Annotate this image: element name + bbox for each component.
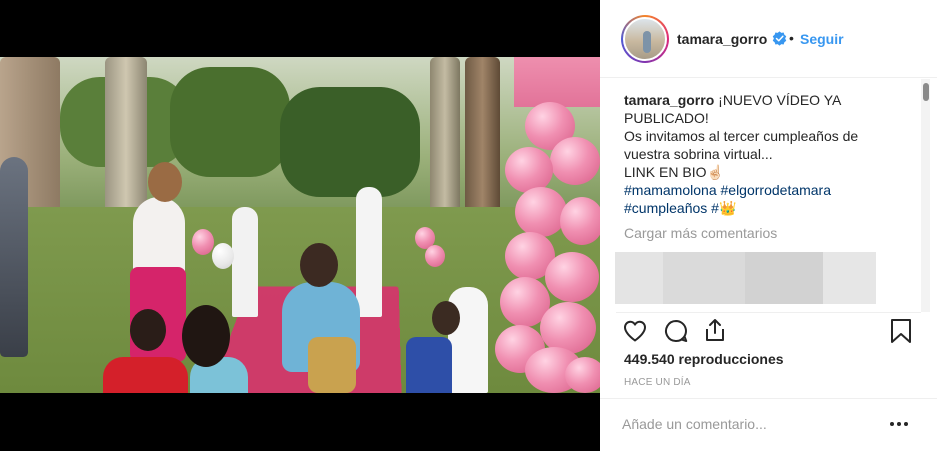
hashtag-link[interactable]: #cumpleaños bbox=[624, 200, 707, 216]
blurred-comment-placeholder bbox=[615, 252, 876, 304]
caption-text-line: PUBLICADO! bbox=[624, 110, 709, 126]
balloon bbox=[545, 252, 599, 302]
child bbox=[308, 337, 356, 393]
hashtag-link[interactable]: #elgorrodetamara bbox=[721, 182, 832, 198]
child bbox=[103, 357, 188, 393]
person-head bbox=[148, 162, 182, 202]
caption-text-line: LINK EN BIO☝🏻 bbox=[624, 164, 724, 180]
comment-input[interactable] bbox=[622, 412, 882, 436]
hedge bbox=[170, 67, 290, 177]
post-timestamp[interactable]: HACE UN DÍA bbox=[624, 377, 691, 388]
caption-text-line: Os invitamos al tercer cumpleaños de bbox=[624, 128, 859, 144]
bookmark-icon[interactable] bbox=[889, 318, 913, 344]
comments-scrollbar[interactable] bbox=[921, 79, 930, 312]
caption-username-link[interactable]: tamara_gorro bbox=[624, 92, 714, 108]
comments-scrollbar-thumb[interactable] bbox=[923, 83, 929, 101]
verified-badge-icon bbox=[772, 31, 787, 46]
balloon bbox=[425, 245, 445, 267]
balloon bbox=[515, 187, 567, 237]
hedge bbox=[280, 87, 420, 197]
comments-section[interactable]: tamara_gorro ¡NUEVO VÍDEO YA PUBLICADO! … bbox=[600, 79, 937, 312]
separator-dot: • bbox=[789, 30, 794, 46]
divider bbox=[616, 312, 921, 313]
child-head bbox=[432, 301, 460, 335]
avatar[interactable] bbox=[623, 17, 667, 61]
balloon bbox=[540, 302, 596, 354]
balloon bbox=[505, 147, 553, 193]
more-options-icon[interactable] bbox=[889, 414, 909, 434]
post-caption: tamara_gorro ¡NUEVO VÍDEO YA PUBLICADO! … bbox=[624, 91, 900, 217]
decor-panel bbox=[232, 207, 258, 317]
balloon bbox=[560, 197, 600, 245]
video-frame[interactable] bbox=[0, 57, 600, 393]
child-head bbox=[182, 305, 230, 367]
balloon bbox=[192, 229, 214, 255]
balloon-column-top bbox=[514, 57, 600, 107]
child-head bbox=[300, 243, 338, 287]
follow-button[interactable]: Seguir bbox=[800, 31, 844, 47]
hashtag-link[interactable]: #mamamolona bbox=[624, 182, 717, 198]
hashtag-link[interactable]: #👑 bbox=[711, 200, 736, 216]
caption-text-line: ¡NUEVO VÍDEO YA bbox=[718, 92, 842, 108]
heart-icon[interactable] bbox=[622, 318, 648, 344]
header-username-link[interactable]: tamara_gorro bbox=[677, 31, 767, 47]
post-header: tamara_gorro • Seguir bbox=[600, 0, 937, 78]
add-comment-bar bbox=[600, 398, 937, 451]
caption-text-line: vuestra sobrina virtual... bbox=[624, 146, 773, 162]
views-label: reproducciones bbox=[678, 351, 784, 367]
video-player[interactable] bbox=[0, 0, 600, 451]
share-icon[interactable] bbox=[702, 317, 728, 343]
balloon bbox=[550, 137, 600, 185]
balloon bbox=[565, 357, 600, 393]
child bbox=[406, 337, 452, 393]
views-count[interactable]: 449.540 reproducciones bbox=[624, 351, 784, 367]
balloon bbox=[212, 243, 234, 269]
decor-panel bbox=[448, 287, 488, 393]
decor-panel bbox=[356, 187, 382, 317]
views-number: 449.540 bbox=[624, 351, 675, 367]
avatar-story-ring[interactable] bbox=[621, 15, 669, 63]
load-more-comments-link[interactable]: Cargar más comentarios bbox=[624, 225, 777, 241]
comment-icon[interactable] bbox=[663, 318, 689, 344]
person bbox=[0, 157, 28, 357]
post-side-panel: tamara_gorro • Seguir tamara_gorro ¡NUEV… bbox=[600, 0, 937, 451]
child-head bbox=[130, 309, 166, 351]
